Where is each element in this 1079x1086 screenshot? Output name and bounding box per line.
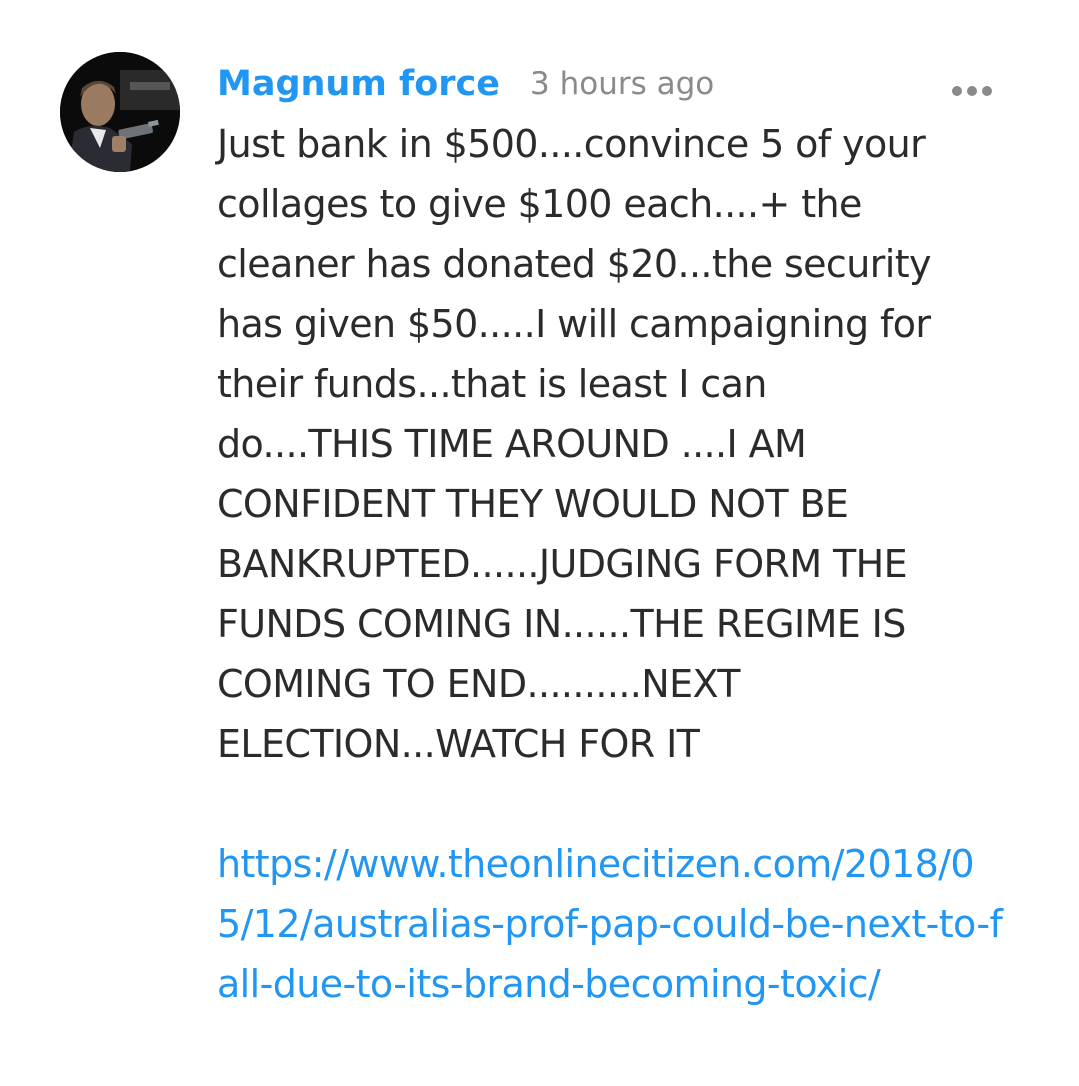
comment-link[interactable]: https://www.theonlinecitizen.com/2018/05… (217, 834, 1007, 1014)
timestamp[interactable]: 3 hours ago (530, 66, 714, 102)
comment-header: Magnum force 3 hours ago (217, 58, 714, 110)
avatar[interactable] (60, 52, 180, 172)
more-dot (982, 86, 992, 96)
comment-body: Just bank in $500....convince 5 of your … (217, 122, 931, 766)
more-dot (967, 86, 977, 96)
author-name[interactable]: Magnum force (217, 64, 500, 104)
more-dot (952, 86, 962, 96)
avatar-image (60, 52, 180, 172)
comment-item: Magnum force 3 hours ago Just bank in $5… (0, 0, 1079, 1086)
more-options-icon[interactable] (944, 78, 1000, 104)
